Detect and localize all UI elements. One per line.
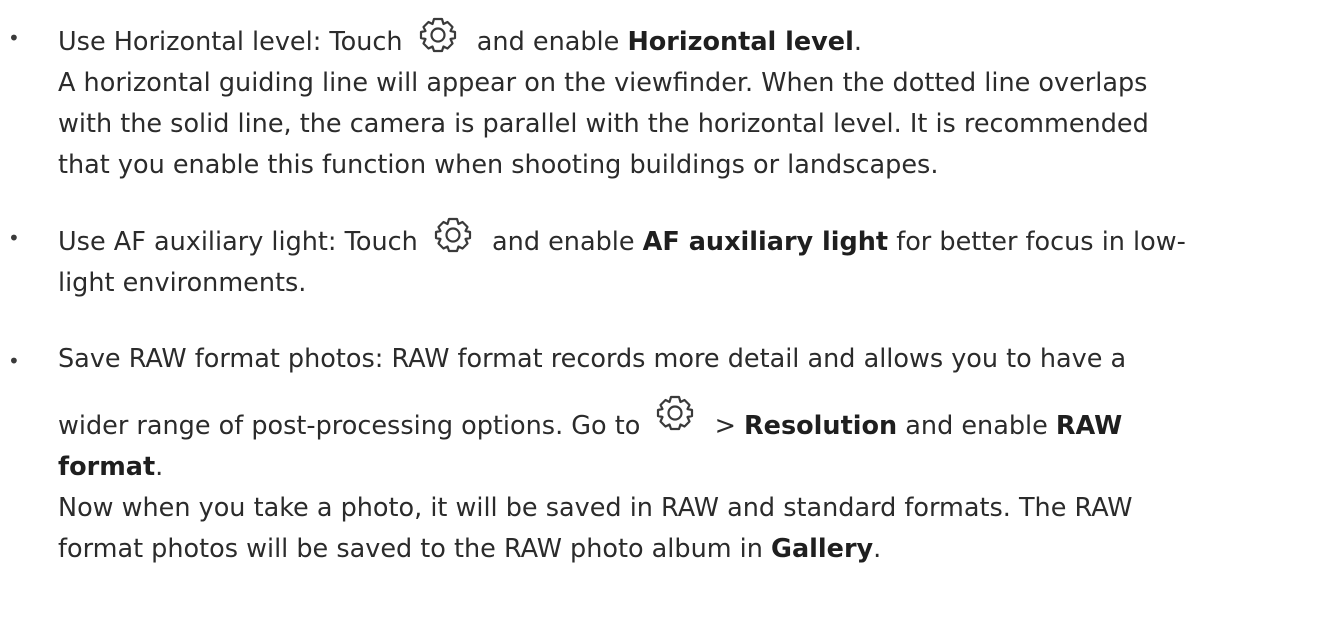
bold-gallery: Gallery [771,534,874,564]
item-heading-line: Save RAW format photos: RAW format recor… [58,344,1127,374]
description-line: with the solid line, the camera is paral… [58,109,1149,139]
item-continuation-line: format. [58,447,1132,488]
bold-horizontal-level: Horizontal level [627,27,854,57]
description-text: format photos will be saved to the RAW p… [58,534,763,564]
description-line: Now when you take a photo, it will be sa… [58,493,1133,523]
settings-gear-icon [428,216,478,254]
bold-raw: RAW [1055,411,1123,441]
bold-af-auxiliary-light: AF auxiliary light [642,227,889,257]
bullet: • [8,226,20,250]
bullet: • [8,349,20,373]
settings-gear-icon [650,394,700,432]
list-item-save-raw-format: • Save RAW format photos: RAW format rec… [0,339,1162,570]
item-heading-line: Use AF auxiliary light: Touch and enable… [58,216,1186,263]
period: . [155,452,164,482]
item-lead-text: Use AF auxiliary light: Touch [58,227,418,257]
bold-format: format [58,452,156,482]
item-after-icon-text: and enable [476,27,620,57]
item-trailing-text: for better focus in low- [896,227,1186,257]
description-line: light environments. [58,268,307,298]
list-item-af-auxiliary-light: • Use AF auxiliary light: Touch and enab… [0,216,1216,304]
period: . [853,27,862,57]
item-heading-line: Use Horizontal level: Touch and enable H… [58,16,1149,63]
period: . [873,534,882,564]
settings-gear-icon [413,16,463,54]
description-line: that you enable this function when shoot… [58,150,939,180]
item-lead-text: Use Horizontal level: Touch [58,27,403,57]
bold-resolution: Resolution [744,411,898,441]
item-after-icon-text: and enable [492,227,635,257]
bullet: • [8,26,20,50]
description-line: format photos will be saved to the RAW p… [58,529,1132,570]
arrow: > [714,411,736,441]
item-instruction-line: wider range of post-processing options. … [58,394,1132,447]
list-item-horizontal-level: • Use Horizontal level: Touch and enable… [0,16,1179,186]
document-page: • Use Horizontal level: Touch and enable… [0,0,1334,643]
item-lead-text: wider range of post-processing options. … [58,411,641,441]
and-enable-text: and enable [905,411,1048,441]
description-line: A horizontal guiding line will appear on… [58,68,1148,98]
